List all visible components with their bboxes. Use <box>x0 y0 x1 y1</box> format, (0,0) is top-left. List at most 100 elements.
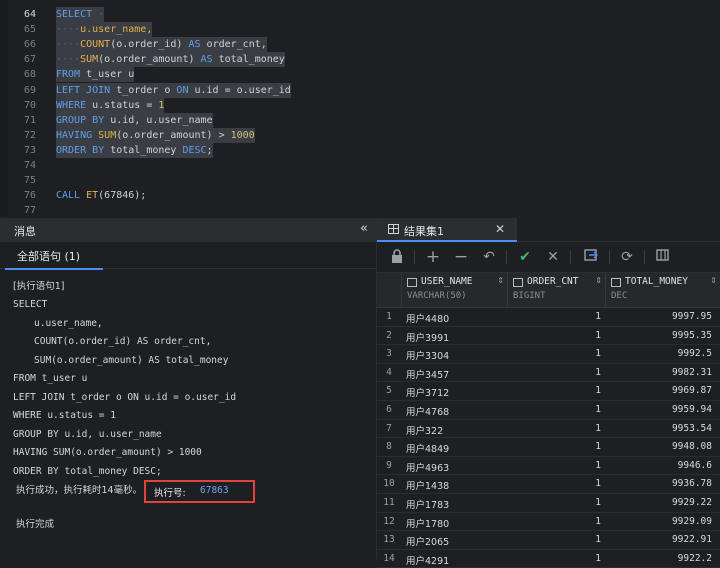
cell-user-name[interactable]: 用户4849 <box>406 441 449 455</box>
column-header-order-cnt[interactable]: ORDER_CNT BIGINT ⇕ <box>507 273 606 307</box>
column-header-total-money[interactable]: TOTAL_MONEY DEC ⇕ <box>605 273 720 307</box>
remove-icon[interactable]: − <box>452 248 470 266</box>
code-line[interactable]: 77 <box>0 203 720 217</box>
column-type: BIGINT <box>513 291 546 301</box>
tab-result-set-1[interactable]: 结果集1 ✕ <box>377 218 517 242</box>
add-icon[interactable]: + <box>424 248 442 266</box>
log-line: u.user_name, <box>34 318 103 329</box>
cell-order-cnt[interactable]: 1 <box>509 385 601 396</box>
cell-total-money[interactable]: 9946.6 <box>610 460 712 471</box>
table-row[interactable]: 1 用户4480 1 9997.95 <box>377 308 720 327</box>
cell-total-money[interactable]: 9953.54 <box>610 423 712 434</box>
code-line[interactable]: 70 WHERE u.status = 1 <box>0 97 720 113</box>
cell-user-name[interactable]: 用户3457 <box>406 367 449 381</box>
cell-user-name[interactable]: 用户1783 <box>406 497 449 511</box>
cell-total-money[interactable]: 9922.91 <box>610 534 712 545</box>
refresh-icon[interactable]: ⟳ <box>618 248 636 266</box>
cell-user-name[interactable]: 用户2065 <box>406 534 449 548</box>
code-line[interactable]: 69 LEFT JOIN t_order o ON u.id = o.user_i… <box>0 82 720 98</box>
sort-icon[interactable]: ⇕ <box>595 276 602 285</box>
table-row[interactable]: 9 用户4963 1 9946.6 <box>377 457 720 476</box>
cell-user-name[interactable]: 用户3712 <box>406 385 449 399</box>
cell-total-money[interactable]: 9929.09 <box>610 516 712 527</box>
cell-order-cnt[interactable]: 1 <box>509 311 601 322</box>
table-row[interactable]: 8 用户4849 1 9948.08 <box>377 438 720 457</box>
code-line[interactable]: 71 GROUP BY u.id, u.user_name <box>0 112 720 128</box>
cell-order-cnt[interactable]: 1 <box>509 423 601 434</box>
table-row[interactable]: 7 用户322 1 9953.54 <box>377 420 720 439</box>
table-row[interactable]: 4 用户3457 1 9982.31 <box>377 364 720 383</box>
cell-user-name[interactable]: 用户1780 <box>406 516 449 530</box>
commit-check-icon[interactable]: ✔ <box>516 248 534 266</box>
cell-user-name[interactable]: 用户322 <box>406 423 443 437</box>
code-text: ····u.user_name, <box>56 22 153 38</box>
code-line[interactable]: 64 SELECT · <box>0 7 720 22</box>
code-line[interactable]: 66 ····COUNT(o.order_id) AS order_cnt, <box>0 37 720 53</box>
sort-icon[interactable]: ⇕ <box>497 276 504 285</box>
export-icon[interactable] <box>582 248 600 266</box>
code-line[interactable]: 75 <box>0 173 720 188</box>
table-row[interactable]: 5 用户3712 1 9969.87 <box>377 382 720 401</box>
rollback-x-icon[interactable]: ✕ <box>544 248 562 266</box>
cell-order-cnt[interactable]: 1 <box>509 497 601 508</box>
table-row[interactable]: 10 用户1438 1 9936.78 <box>377 475 720 494</box>
sql-editor[interactable]: 64 SELECT · 65 ····u.user_name, 66 ····COUNT(… <box>0 0 720 217</box>
close-icon[interactable]: ✕ <box>495 222 505 236</box>
cell-order-cnt[interactable]: 1 <box>509 441 601 452</box>
cell-total-money[interactable]: 9997.95 <box>610 311 712 322</box>
cell-user-name[interactable]: 用户4768 <box>406 404 449 418</box>
cell-total-money[interactable]: 9992.5 <box>610 348 712 359</box>
cell-user-name[interactable]: 用户4291 <box>406 553 449 567</box>
cell-total-money[interactable]: 9959.94 <box>610 404 712 415</box>
code-line[interactable]: 68 FROM t_user u <box>0 67 720 83</box>
cell-order-cnt[interactable]: 1 <box>509 330 601 341</box>
cell-user-name[interactable]: 用户1438 <box>406 478 449 492</box>
line-number: 67 <box>23 54 36 66</box>
table-row[interactable]: 11 用户1783 1 9929.22 <box>377 494 720 513</box>
collapse-left-icon[interactable]: « <box>360 221 368 236</box>
cell-total-money[interactable]: 9969.87 <box>610 385 712 396</box>
code-line[interactable]: 74 <box>0 158 720 173</box>
sort-icon[interactable]: ⇕ <box>710 276 717 285</box>
cell-total-money[interactable]: 9936.78 <box>610 478 712 489</box>
table-row[interactable]: 3 用户3304 1 9992.5 <box>377 345 720 364</box>
line-number: 74 <box>23 160 36 171</box>
code-line[interactable]: 67 ····SUM(o.order_amount) AS total_money <box>0 52 720 68</box>
cell-order-cnt[interactable]: 1 <box>509 367 601 378</box>
cell-user-name[interactable]: 用户3991 <box>406 330 449 344</box>
exec-id-value[interactable]: 67863 <box>200 485 229 496</box>
cell-order-cnt[interactable]: 1 <box>509 404 601 415</box>
cell-order-cnt[interactable]: 1 <box>509 516 601 527</box>
table-row[interactable]: 12 用户1780 1 9929.09 <box>377 513 720 532</box>
log-done-text: 执行完成 <box>16 519 55 530</box>
cell-total-money[interactable]: 9995.35 <box>610 330 712 341</box>
cell-total-money[interactable]: 9922.2 <box>610 553 712 564</box>
row-number: 6 <box>386 404 392 415</box>
cell-order-cnt[interactable]: 1 <box>509 478 601 489</box>
tab-all-statements[interactable]: 全部语句 (1) <box>5 242 103 270</box>
table-row[interactable]: 2 用户3991 1 9995.35 <box>377 327 720 346</box>
code-line[interactable]: 72 HAVING SUM(o.order_amount) > 1000 <box>0 127 720 143</box>
messages-log: [执行语句1] SELECT u.user_name, COUNT(o.orde… <box>0 270 376 559</box>
columns-icon[interactable] <box>654 248 672 266</box>
cell-total-money[interactable]: 9982.31 <box>610 367 712 378</box>
cell-order-cnt[interactable]: 1 <box>509 553 601 564</box>
code-line[interactable]: 73 ORDER BY total_money DESC; <box>0 142 720 158</box>
log-line: LEFT JOIN t_order o ON u.id = o.user_id <box>13 392 237 403</box>
cell-total-money[interactable]: 9929.22 <box>610 497 712 508</box>
cell-user-name[interactable]: 用户4480 <box>406 311 449 325</box>
column-header-user-name[interactable]: USER_NAME VARCHAR(50) ⇕ <box>401 273 508 307</box>
lock-icon[interactable] <box>388 248 406 266</box>
cell-order-cnt[interactable]: 1 <box>509 460 601 471</box>
table-row[interactable]: 6 用户4768 1 9959.94 <box>377 401 720 420</box>
table-row[interactable]: 13 用户2065 1 9922.91 <box>377 531 720 550</box>
cell-order-cnt[interactable]: 1 <box>509 534 601 545</box>
cell-total-money[interactable]: 9948.08 <box>610 441 712 452</box>
cell-user-name[interactable]: 用户4963 <box>406 460 449 474</box>
cell-order-cnt[interactable]: 1 <box>509 348 601 359</box>
undo-icon[interactable]: ↶ <box>480 248 498 266</box>
line-number: 70 <box>23 99 36 111</box>
code-line[interactable]: 76 CALL ET(67846); <box>0 188 720 203</box>
cell-user-name[interactable]: 用户3304 <box>406 348 449 362</box>
code-line[interactable]: 65 ····u.user_name, <box>0 22 720 38</box>
